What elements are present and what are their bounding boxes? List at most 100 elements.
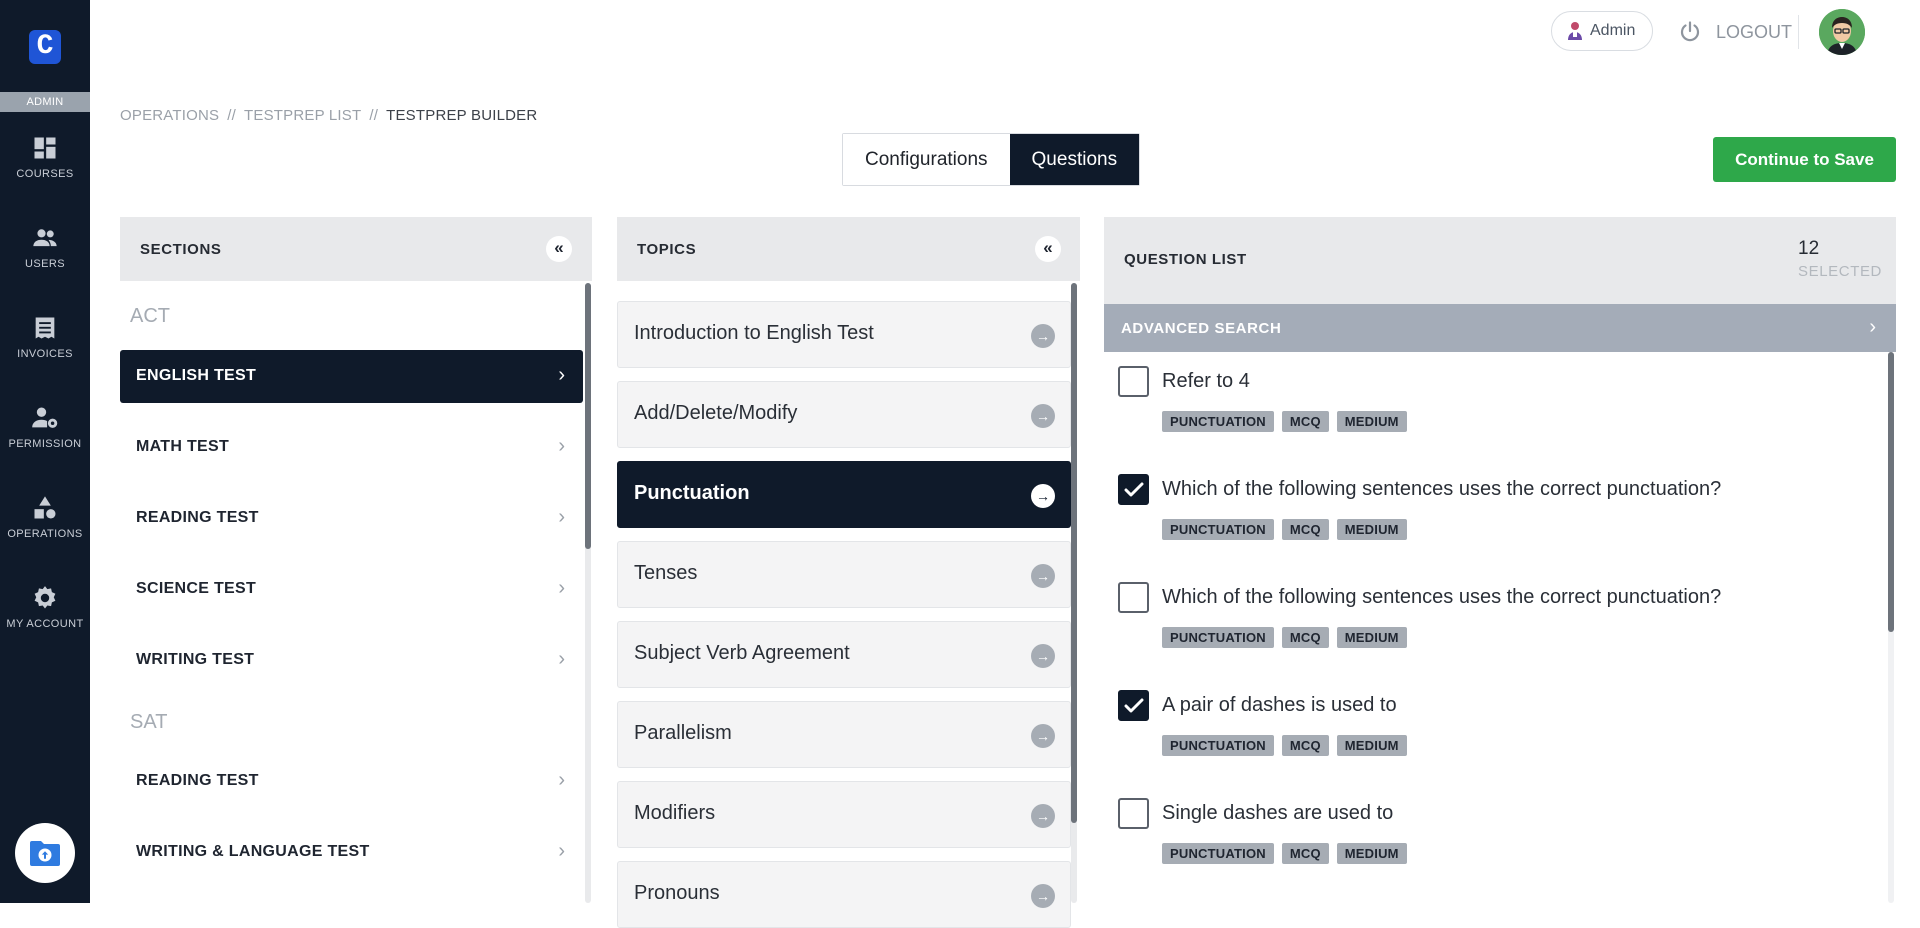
topic-label: Parallelism xyxy=(634,722,732,744)
section-group-sat: SAT xyxy=(130,711,168,733)
topic-item-active[interactable]: Punctuation → xyxy=(617,461,1071,528)
question-tags: PUNCTUATION MCQ MEDIUM xyxy=(1162,411,1407,432)
topics-scrollbar-thumb[interactable] xyxy=(1071,283,1077,823)
sections-header: SECTIONS « xyxy=(120,217,592,281)
nav-operations-label: OPERATIONS xyxy=(7,528,83,540)
question-checkbox[interactable] xyxy=(1118,798,1149,829)
tag-difficulty: MEDIUM xyxy=(1336,843,1407,864)
tab-questions[interactable]: Questions xyxy=(1009,134,1140,185)
topic-item[interactable]: Subject Verb Agreement → xyxy=(617,621,1071,688)
topic-label: Add/Delete/Modify xyxy=(634,402,798,424)
section-item-sat-reading[interactable]: READING TEST › xyxy=(120,755,583,808)
question-list-title: QUESTION LIST xyxy=(1124,251,1247,268)
sections-scrollbar[interactable] xyxy=(585,283,591,903)
nav-courses-label: COURSES xyxy=(16,168,74,180)
nav-permission[interactable]: PERMISSION xyxy=(0,404,90,474)
arrow-right-circle-icon: → xyxy=(1031,564,1055,588)
chevron-right-icon: › xyxy=(558,840,565,862)
dashboard-icon xyxy=(34,137,56,159)
sidebar: C ADMIN COURSES USERS INVOICES PERMISSIO… xyxy=(0,0,90,903)
section-item-act-reading[interactable]: READING TEST › xyxy=(120,492,583,545)
question-list-scrollbar-thumb[interactable] xyxy=(1888,352,1894,632)
avatar[interactable] xyxy=(1819,9,1865,55)
nav-users[interactable]: USERS xyxy=(0,224,90,294)
continue-to-save-button[interactable]: Continue to Save xyxy=(1713,137,1896,182)
tag-type: MCQ xyxy=(1281,843,1329,864)
admin-role-chip[interactable]: Admin xyxy=(1551,11,1653,51)
topic-label: Modifiers xyxy=(634,802,716,824)
section-item-act-writing[interactable]: WRITING TEST › xyxy=(120,634,583,687)
topic-item[interactable]: Introduction to English Test → xyxy=(617,301,1071,368)
topics-scrollbar[interactable] xyxy=(1071,283,1077,903)
section-item-label: ENGLISH TEST xyxy=(136,367,257,384)
breadcrumb-current: TESTPREP BUILDER xyxy=(386,107,538,124)
tag-category: PUNCTUATION xyxy=(1162,735,1274,756)
topic-item[interactable]: Add/Delete/Modify → xyxy=(617,381,1071,448)
chevron-right-icon: › xyxy=(558,648,565,670)
question-checkbox[interactable] xyxy=(1118,474,1149,505)
tag-category: PUNCTUATION xyxy=(1162,519,1274,540)
chevron-right-icon: › xyxy=(558,577,565,599)
tag-type: MCQ xyxy=(1281,519,1329,540)
selected-count-value: 12 xyxy=(1798,238,1820,259)
nav-permission-label: PERMISSION xyxy=(8,438,82,450)
nav-operations[interactable]: OPERATIONS xyxy=(0,494,90,564)
question-checkbox[interactable] xyxy=(1118,690,1149,721)
section-item-act-science[interactable]: SCIENCE TEST › xyxy=(120,563,583,616)
tag-difficulty: MEDIUM xyxy=(1336,735,1407,756)
chevron-right-icon: › xyxy=(558,506,565,528)
nav-my-account-label: MY ACCOUNT xyxy=(6,618,84,630)
question-text: A pair of dashes is used to xyxy=(1162,694,1397,716)
topbar-divider xyxy=(1798,15,1799,49)
tag-type: MCQ xyxy=(1281,735,1329,756)
section-item-act-math[interactable]: MATH TEST › xyxy=(120,421,583,474)
question-list-header: QUESTION LIST xyxy=(1104,217,1896,304)
question-list-scrollbar[interactable] xyxy=(1888,352,1894,903)
topic-item[interactable]: Modifiers → xyxy=(617,781,1071,848)
nav-courses[interactable]: COURSES xyxy=(0,134,90,204)
topic-label: Punctuation xyxy=(634,482,750,504)
section-item-sat-writing-language[interactable]: WRITING & LANGUAGE TEST › xyxy=(120,826,583,879)
checkmark-icon xyxy=(1124,698,1144,713)
selected-counter: 12 SELECTED xyxy=(1798,238,1882,280)
breadcrumb: OPERATIONS//TESTPREP LIST//TESTPREP BUIL… xyxy=(120,107,538,124)
section-item-label: SCIENCE TEST xyxy=(136,580,257,597)
question-tags: PUNCTUATION MCQ MEDIUM xyxy=(1162,627,1407,648)
topic-item[interactable]: Parallelism → xyxy=(617,701,1071,768)
question-tags: PUNCTUATION MCQ MEDIUM xyxy=(1162,843,1407,864)
topic-label: Pronouns xyxy=(634,882,720,904)
sections-scrollbar-thumb[interactable] xyxy=(585,283,591,549)
gear-icon xyxy=(34,586,56,609)
topic-item[interactable]: Tenses → xyxy=(617,541,1071,608)
question-text: Which of the following sentences uses th… xyxy=(1162,586,1722,608)
question-text: Which of the following sentences uses th… xyxy=(1162,478,1722,500)
arrow-right-circle-icon: → xyxy=(1031,884,1055,908)
breadcrumb-operations[interactable]: OPERATIONS xyxy=(120,107,219,124)
app-logo[interactable]: C xyxy=(29,30,61,64)
logout-button[interactable]: LOGOUT xyxy=(1678,18,1792,46)
topic-item[interactable]: Pronouns → xyxy=(617,861,1071,928)
question-checkbox[interactable] xyxy=(1118,582,1149,613)
arrow-right-circle-icon: → xyxy=(1031,404,1055,428)
users-icon xyxy=(33,229,57,247)
power-icon xyxy=(1680,21,1700,42)
breadcrumb-testprep-list[interactable]: TESTPREP LIST xyxy=(244,107,361,124)
section-item-act-english[interactable]: ENGLISH TEST › xyxy=(120,350,583,403)
sections-collapse-button[interactable]: « xyxy=(546,236,572,262)
builder-tabs: Configurations Questions xyxy=(842,133,1141,186)
nav-my-account[interactable]: MY ACCOUNT xyxy=(0,584,90,654)
nav-invoices[interactable]: INVOICES xyxy=(0,314,90,384)
upload-button[interactable] xyxy=(15,823,75,883)
admin-avatar-icon xyxy=(1568,22,1582,40)
checkmark-icon xyxy=(1124,482,1144,497)
advanced-search-label: ADVANCED SEARCH xyxy=(1121,320,1282,337)
advanced-search-toggle[interactable]: ADVANCED SEARCH › xyxy=(1104,304,1896,352)
topics-collapse-button[interactable]: « xyxy=(1035,236,1061,262)
sections-title: SECTIONS xyxy=(140,241,222,258)
tab-configurations[interactable]: Configurations xyxy=(843,134,1010,185)
question-checkbox[interactable] xyxy=(1118,366,1149,397)
question-tags: PUNCTUATION MCQ MEDIUM xyxy=(1162,519,1407,540)
arrow-right-circle-icon: → xyxy=(1031,724,1055,748)
folder-upload-icon xyxy=(30,841,60,866)
arrow-right-circle-icon: → xyxy=(1031,804,1055,828)
